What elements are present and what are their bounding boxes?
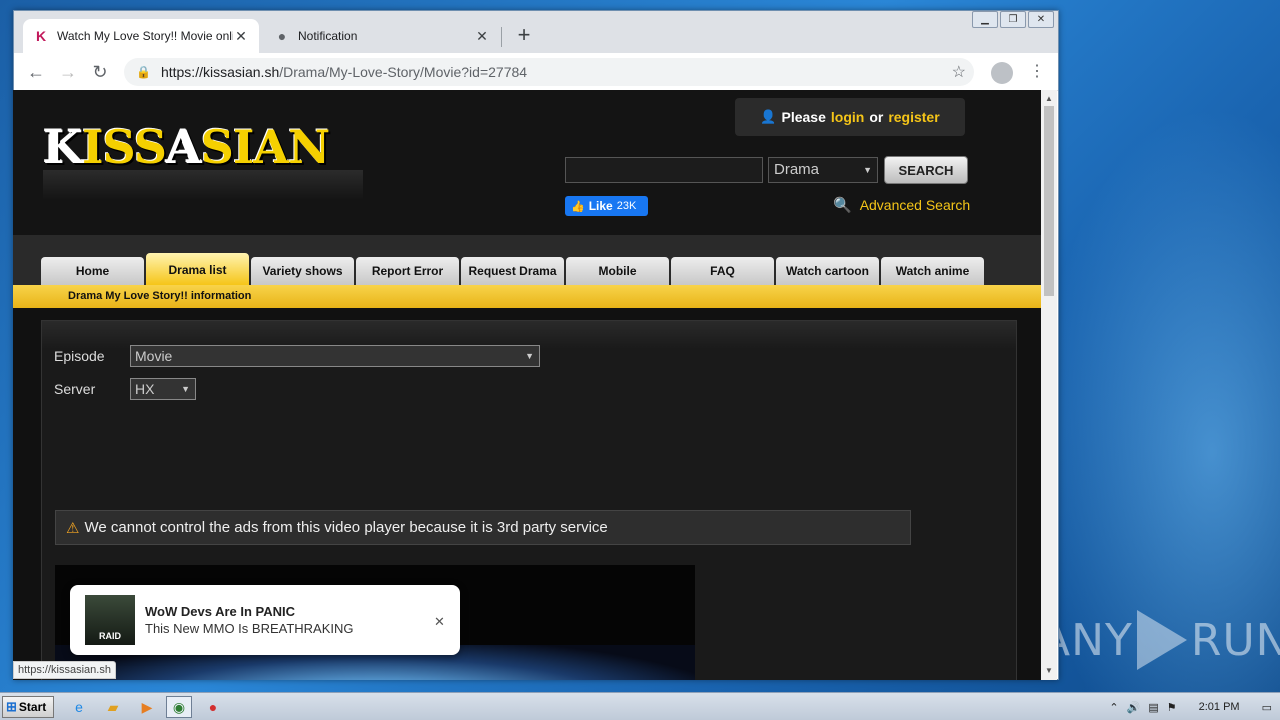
browser-window: K Watch My Love Story!! Movie online ✕ ●…	[13, 10, 1059, 680]
url-host: https://kissasian.sh	[160, 64, 280, 80]
tab-separator	[501, 27, 502, 47]
show-desktop-icon[interactable]: ▭	[1262, 701, 1272, 714]
lock-icon: 🔒	[136, 65, 151, 79]
tab-strip: K Watch My Love Story!! Movie online ✕ ●…	[14, 11, 1058, 53]
close-window-button[interactable]: ✕	[1028, 11, 1054, 28]
volume-icon[interactable]: 🔊	[1127, 701, 1141, 714]
start-label: Start	[18, 700, 47, 714]
anyrun-watermark: ANY RUN	[1040, 605, 1280, 675]
menu-icon[interactable]: ⋮	[1029, 61, 1045, 81]
flag-icon[interactable]: ⚑	[1167, 701, 1177, 714]
play-icon	[1136, 610, 1187, 670]
close-tab-icon[interactable]: ✕	[474, 28, 490, 45]
media-player-icon[interactable]: ▶	[134, 696, 160, 718]
address-bar[interactable]: 🔒 https://kissasian.sh/Drama/My-Love-Sto…	[124, 58, 974, 86]
clock[interactable]: 2:01 PM	[1199, 701, 1240, 713]
ie-icon[interactable]: e	[66, 696, 92, 718]
stop-icon[interactable]: ●	[200, 696, 226, 718]
network-icon[interactable]: ▤	[1148, 701, 1158, 714]
browser-toolbar: ← → ↻ 🔒 https://kissasian.sh/Drama/My-Lo…	[14, 53, 1058, 91]
reload-icon[interactable]: ↻	[88, 60, 112, 84]
start-button[interactable]: ⊞ Start	[2, 696, 54, 718]
chrome-icon[interactable]: ◉	[166, 696, 192, 718]
tab-title: Notification	[298, 29, 358, 43]
notification-body: This New MMO Is BREATHRAKING	[145, 621, 354, 636]
url-path: /Drama/My-Love-Story/Movie?id=27784	[279, 64, 528, 80]
globe-icon: ●	[277, 28, 287, 44]
push-notification[interactable]: RAID WoW Devs Are In PANIC This New MMO …	[70, 585, 460, 655]
tab-notification[interactable]: ● Notification ✕	[264, 19, 500, 53]
close-icon[interactable]: ✕	[434, 614, 445, 630]
tab-title: Watch My Love Story!! Movie online	[57, 29, 233, 43]
tab-kissasian[interactable]: K Watch My Love Story!! Movie online ✕	[23, 19, 259, 53]
notification-title: WoW Devs Are In PANIC	[145, 604, 296, 619]
system-tray: ⌃ 🔊 ▤ ⚑ 2:01 PM ▭	[1109, 693, 1280, 720]
desktop-glow	[1020, 80, 1280, 692]
bookmark-star-icon[interactable]: ☆	[952, 62, 966, 82]
notification-thumbnail: RAID	[85, 595, 135, 645]
windows-logo-icon: ⊞	[6, 699, 17, 714]
taskbar: ⊞ Start e ▰ ▶ ◉ ● ⌃ 🔊 ▤ ⚑ 2:01 PM ▭	[0, 692, 1280, 720]
back-icon[interactable]: ←	[24, 60, 48, 84]
tray-expand-icon[interactable]: ⌃	[1109, 701, 1118, 714]
watermark-right: RUN	[1190, 614, 1280, 666]
forward-icon[interactable]: →	[56, 60, 80, 84]
new-tab-button[interactable]: +	[512, 23, 536, 47]
status-url: https://kissasian.sh	[13, 661, 116, 679]
folder-icon[interactable]: ▰	[100, 696, 126, 718]
profile-avatar[interactable]	[991, 62, 1013, 84]
minimize-button[interactable]: ▁	[972, 11, 998, 28]
window-controls: ▁ ❐ ✕	[970, 11, 1054, 28]
close-tab-icon[interactable]: ✕	[233, 28, 249, 45]
maximize-button[interactable]: ❐	[1000, 11, 1026, 28]
kissasian-favicon: K	[35, 28, 47, 44]
